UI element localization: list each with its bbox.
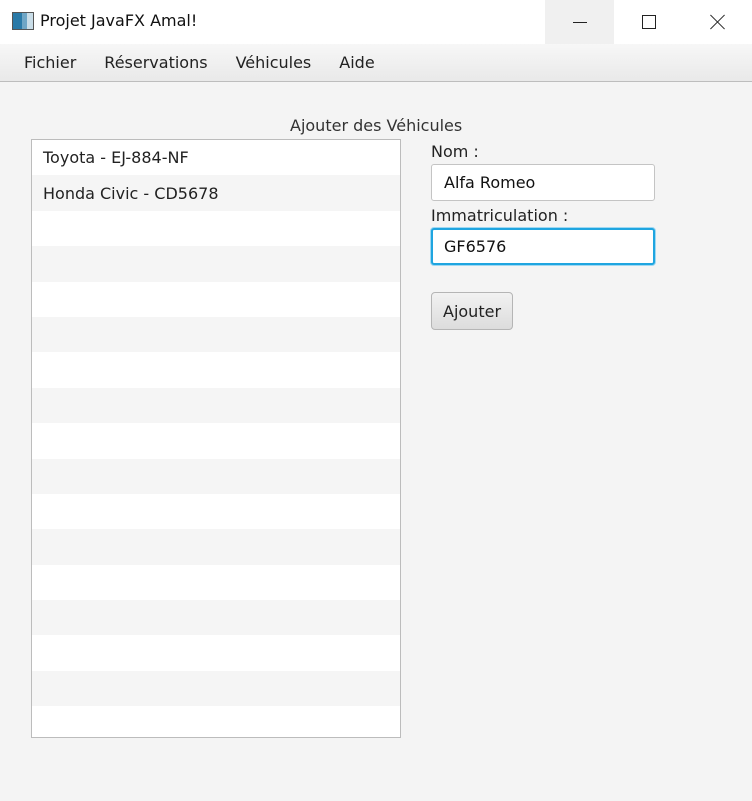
menu-reservations[interactable]: Réservations	[94, 53, 217, 72]
section-title: Ajouter des Véhicules	[290, 116, 463, 135]
list-item[interactable]: Toyota - EJ-884-NF	[32, 140, 400, 175]
list-item[interactable]	[32, 282, 400, 317]
list-item[interactable]	[32, 565, 400, 600]
list-item[interactable]	[32, 211, 400, 246]
maximize-button[interactable]	[614, 0, 683, 44]
list-item[interactable]	[32, 316, 400, 353]
list-item[interactable]	[32, 670, 400, 707]
list-item[interactable]	[32, 458, 400, 494]
maximize-icon	[641, 15, 656, 29]
nom-label: Nom :	[431, 142, 479, 161]
list-item[interactable]	[32, 246, 400, 282]
list-item[interactable]	[32, 387, 400, 424]
menu-bar: Fichier Réservations Véhicules Aide	[0, 44, 752, 82]
minimize-icon	[572, 21, 587, 23]
list-item[interactable]	[32, 635, 400, 670]
title-bar: Projet JavaFX Amal!	[0, 0, 752, 44]
list-item[interactable]	[32, 352, 400, 387]
close-icon	[710, 14, 726, 30]
menu-vehicules[interactable]: Véhicules	[226, 53, 322, 72]
vehicle-list[interactable]: Toyota - EJ-884-NF Honda Civic - CD5678	[31, 139, 401, 738]
immatriculation-field[interactable]	[431, 228, 655, 265]
list-item[interactable]	[32, 529, 400, 565]
close-button[interactable]	[683, 0, 752, 44]
immatriculation-label: Immatriculation :	[431, 206, 569, 225]
menu-fichier[interactable]: Fichier	[14, 53, 86, 72]
list-item[interactable]	[32, 706, 400, 737]
app-icon	[12, 12, 34, 30]
minimize-button[interactable]	[545, 0, 614, 44]
nom-field[interactable]	[431, 164, 655, 201]
ajouter-button[interactable]: Ajouter	[431, 292, 514, 330]
list-item[interactable]	[32, 494, 400, 529]
list-item[interactable]	[32, 600, 400, 636]
menu-aide[interactable]: Aide	[329, 53, 384, 72]
list-item[interactable]	[32, 423, 400, 458]
window-title: Projet JavaFX Amal!	[40, 11, 198, 30]
list-item[interactable]: Honda Civic - CD5678	[32, 175, 400, 211]
